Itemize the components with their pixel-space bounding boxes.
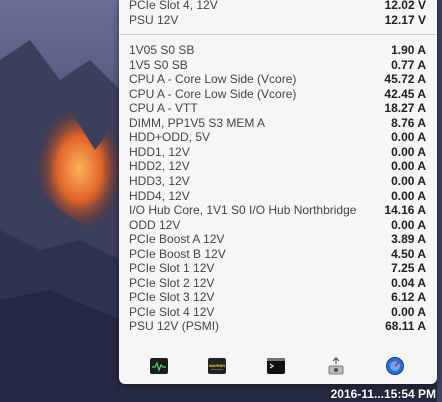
sensor-label: ODD 12V	[129, 217, 181, 232]
activity-monitor-icon[interactable]	[149, 356, 169, 376]
sensor-row: HDD2, 12V 0.00 A	[129, 159, 426, 174]
sensor-value: 0.00 A	[391, 173, 426, 188]
sensor-value: 8.76 A	[391, 115, 426, 130]
sensor-label: DIMM, PP1V5 S3 MEM A	[129, 115, 266, 130]
sensor-label: HDD4, 12V	[129, 188, 190, 203]
sensor-value: 6.12 A	[391, 290, 426, 305]
sensor-row: PCIe Slot 4, 12V 12.02 V	[129, 0, 426, 13]
utility-toolbar: WARNIN	[119, 354, 437, 378]
sensor-value: 3.89 A	[391, 232, 426, 247]
sensor-value: 0.04 A	[391, 275, 426, 290]
sensor-label: CPU A - Core Low Side (Vcore)	[129, 86, 297, 101]
sensor-row: PCIe Slot 2 12V 0.04 A	[129, 276, 426, 291]
sensor-row: CPU A - Core Low Side (Vcore) 42.45 A	[129, 87, 426, 102]
sensor-row: PSU 12V 12.17 V	[129, 13, 426, 28]
sensor-value: 0.77 A	[391, 57, 426, 72]
sensor-value: 45.72 A	[384, 72, 426, 87]
sensor-label: PCIe Slot 3 12V	[129, 290, 215, 305]
sensor-value: 42.45 A	[384, 86, 426, 101]
sensor-value: 0.00 A	[391, 159, 426, 174]
sensor-label: PCIe Slot 1 12V	[129, 261, 215, 276]
sensor-row: 1V05 S0 SB 1.90 A	[129, 43, 426, 58]
sensor-label: 1V5 S0 SB	[129, 57, 188, 72]
sensor-value: 7.25 A	[391, 261, 426, 276]
sensor-value: 0.00 A	[391, 144, 426, 159]
sensor-label: HDD2, 12V	[129, 159, 190, 174]
sensor-row: HDD1, 12V 0.00 A	[129, 145, 426, 160]
sensor-row: PCIe Slot 4 12V 0.00 A	[129, 305, 426, 320]
sensor-value: 12.02 V	[384, 0, 426, 12]
sensor-value: 0.00 A	[391, 217, 426, 232]
sensor-value: 0.00 A	[391, 188, 426, 203]
sensor-row: PCIe Boost B 12V 4.50 A	[129, 247, 426, 262]
sensor-label: PCIe Boost A 12V	[129, 232, 225, 247]
sensor-label: I/O Hub Core, 1V1 S0 I/O Hub Northbridge	[129, 203, 357, 218]
sensor-label: PCIe Slot 4, 12V	[129, 0, 218, 12]
sensor-row: CPU A - Core Low Side (Vcore) 45.72 A	[129, 72, 426, 87]
sensor-row: 1V5 S0 SB 0.77 A	[129, 58, 426, 73]
system-information-icon[interactable]	[326, 356, 346, 376]
sensor-row: PCIe Slot 3 12V 6.12 A	[129, 290, 426, 305]
sensor-label: PCIe Boost B 12V	[129, 246, 226, 261]
console-icon-text: WARNIN	[209, 363, 225, 368]
sensor-value: 12.17 V	[384, 12, 426, 27]
sensor-row: PSU 12V (PSMI) 68.11 A	[129, 319, 426, 334]
sensor-label: HDD+ODD, 5V	[129, 130, 211, 145]
sensor-value: 14.16 A	[384, 203, 426, 218]
sensor-value: 0.00 A	[391, 130, 426, 145]
sensor-row: HDD3, 12V 0.00 A	[129, 174, 426, 189]
sensor-label: CPU A - VTT	[129, 101, 198, 116]
sensor-menu-panel: PCIe Slot 4, 12V 12.02 V PSU 12V 12.17 V 1V…	[119, 0, 437, 384]
sensor-label: PCIe Slot 2 12V	[129, 275, 215, 290]
sensor-label: PSU 12V	[129, 12, 179, 27]
sensor-row: HDD4, 12V 0.00 A	[129, 189, 426, 204]
sensor-label: CPU A - Core Low Side (Vcore)	[129, 72, 297, 87]
console-icon[interactable]: WARNIN	[207, 356, 227, 376]
sensor-value: 4.50 A	[391, 246, 426, 261]
sensor-value: 0.00 A	[391, 304, 426, 319]
sensor-label: HDD1, 12V	[129, 144, 190, 159]
sensor-row: I/O Hub Core, 1V1 S0 I/O Hub Northbridge…	[129, 203, 426, 218]
section-divider	[119, 34, 437, 35]
sensor-value: 1.90 A	[391, 43, 426, 57]
sensor-row: HDD+ODD, 5V 0.00 A	[129, 130, 426, 145]
sensor-row: CPU A - VTT 18.27 A	[129, 101, 426, 116]
sensor-row: DIMM, PP1V5 S3 MEM A 8.76 A	[129, 116, 426, 131]
sensor-label: PCIe Slot 4 12V	[129, 304, 215, 319]
sensor-row: ODD 12V 0.00 A	[129, 218, 426, 233]
sensor-row: PCIe Boost A 12V 3.89 A	[129, 232, 426, 247]
sensor-label: HDD3, 12V	[129, 173, 190, 188]
sensor-value: 18.27 A	[384, 101, 426, 116]
sensor-label: 1V05 S0 SB	[129, 43, 195, 57]
network-utility-icon[interactable]	[385, 356, 405, 376]
menubar-clock[interactable]: 2016-11...15:54 PM	[331, 387, 436, 401]
sensor-value: 68.11 A	[385, 319, 426, 334]
sensor-row: PCIe Slot 1 12V 7.25 A	[129, 261, 426, 276]
terminal-icon[interactable]	[266, 356, 286, 376]
sensor-label: PSU 12V (PSMI)	[129, 319, 220, 334]
